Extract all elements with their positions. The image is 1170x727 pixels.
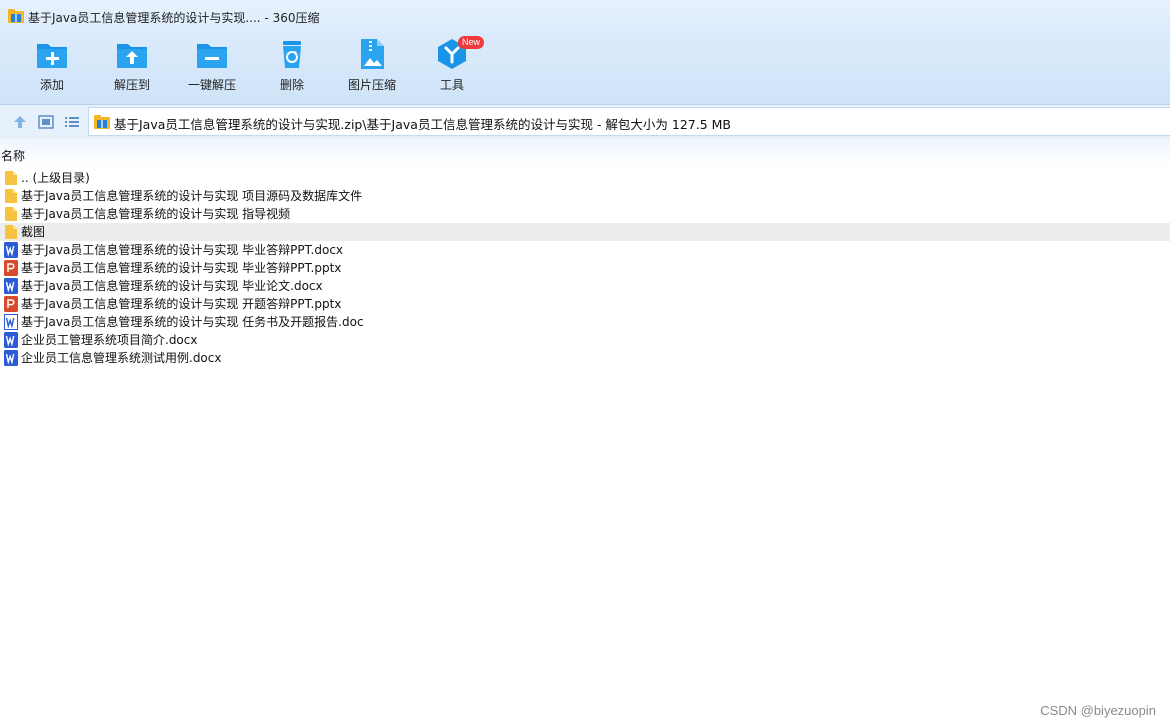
- file-name: 基于Java员工信息管理系统的设计与实现 毕业答辩PPT.pptx: [21, 261, 342, 275]
- word-doc-icon: [4, 242, 18, 258]
- file-name: 基于Java员工信息管理系统的设计与实现 项目源码及数据库文件: [21, 189, 363, 203]
- address-bar[interactable]: 基于Java员工信息管理系统的设计与实现.zip\基于Java员工信息管理系统的…: [88, 107, 1170, 136]
- word-doc-icon: [4, 350, 18, 366]
- file-row[interactable]: 基于Java员工信息管理系统的设计与实现 毕业答辩PPT.docx: [0, 241, 1170, 259]
- tools-button[interactable]: New 工具: [412, 36, 492, 100]
- file-row[interactable]: 企业员工信息管理系统测试用例.docx: [0, 349, 1170, 367]
- toolbar: 添加 解压到 一键解压 删除 图片压缩 New 工具: [0, 32, 1170, 105]
- add-label: 添加: [39, 78, 64, 92]
- folder-row[interactable]: 截图: [0, 223, 1170, 241]
- window-title: 基于Java员工信息管理系统的设计与实现.... - 360压缩: [28, 11, 320, 25]
- word-doc-icon: [4, 332, 18, 348]
- arrow-up-icon[interactable]: [11, 113, 29, 131]
- delete-label: 删除: [279, 78, 304, 92]
- title-bar: 基于Java员工信息管理系统的设计与实现.... - 360压缩: [0, 0, 1170, 32]
- navigation-bar: 基于Java员工信息管理系统的设计与实现.zip\基于Java员工信息管理系统的…: [0, 105, 1170, 138]
- folder-icon: [5, 189, 17, 203]
- add-button[interactable]: 添加: [12, 38, 92, 100]
- image-compress-label: 图片压缩: [347, 78, 396, 92]
- file-name: 基于Java员工信息管理系统的设计与实现 毕业论文.docx: [21, 279, 323, 293]
- extract-to-label: 解压到: [113, 78, 150, 92]
- powerpoint-icon: [4, 296, 18, 312]
- folder-row[interactable]: .. (上级目录): [0, 169, 1170, 187]
- file-list: .. (上级目录) 基于Java员工信息管理系统的设计与实现 项目源码及数据库文件…: [0, 169, 1170, 367]
- one-click-extract-label: 一键解压: [187, 78, 236, 92]
- file-name: 基于Java员工信息管理系统的设计与实现 指导视频: [21, 207, 291, 221]
- file-row[interactable]: 企业员工管理系统项目简介.docx: [0, 331, 1170, 349]
- image-compress-button[interactable]: 图片压缩: [332, 38, 412, 100]
- file-name: 基于Java员工信息管理系统的设计与实现 开题答辩PPT.pptx: [21, 297, 342, 311]
- word-doc-icon: [4, 278, 18, 294]
- folder-icon: [5, 207, 17, 221]
- file-row[interactable]: 基于Java员工信息管理系统的设计与实现 毕业论文.docx: [0, 277, 1170, 295]
- image-compress-icon: [361, 39, 384, 69]
- tools-label: 工具: [439, 78, 464, 92]
- file-row[interactable]: 基于Java员工信息管理系统的设计与实现 开题答辩PPT.pptx: [0, 295, 1170, 313]
- file-name: 基于Java员工信息管理系统的设计与实现 毕业答辩PPT.docx: [21, 243, 344, 257]
- one-click-extract-icon: [197, 44, 227, 68]
- archive-icon: [94, 115, 110, 129]
- folder-icon: [5, 225, 17, 239]
- recycle-bin-icon: [283, 41, 301, 68]
- add-folder-icon: [37, 44, 67, 68]
- view-thumbnail-icon[interactable]: [37, 113, 55, 131]
- list-header: 名称: [0, 138, 1170, 166]
- extract-to-button[interactable]: 解压到: [92, 38, 172, 100]
- watermark: CSDN @biyezuopin: [1040, 703, 1156, 718]
- file-name: .. (上级目录): [21, 171, 90, 185]
- address-path: 基于Java员工信息管理系统的设计与实现.zip\基于Java员工信息管理系统的…: [114, 117, 732, 132]
- powerpoint-icon: [4, 260, 18, 276]
- folder-row[interactable]: 基于Java员工信息管理系统的设计与实现 指导视频: [0, 205, 1170, 223]
- extract-to-icon: [117, 44, 147, 68]
- file-name: 基于Java员工信息管理系统的设计与实现 任务书及开题报告.doc: [21, 315, 364, 329]
- file-row[interactable]: 基于Java员工信息管理系统的设计与实现 毕业答辩PPT.pptx: [0, 259, 1170, 277]
- folder-row[interactable]: 基于Java员工信息管理系统的设计与实现 项目源码及数据库文件: [0, 187, 1170, 205]
- view-list-icon[interactable]: [63, 113, 81, 131]
- column-header-name[interactable]: 名称: [1, 147, 25, 164]
- archive-icon: [8, 9, 24, 23]
- one-click-extract-button[interactable]: 一键解压: [172, 38, 252, 100]
- word-doc-icon: [4, 314, 18, 330]
- file-name: 截图: [21, 225, 46, 239]
- folder-icon: [5, 171, 17, 185]
- delete-button[interactable]: 删除: [252, 38, 332, 100]
- file-name: 企业员工管理系统项目简介.docx: [21, 333, 198, 347]
- file-row[interactable]: 基于Java员工信息管理系统的设计与实现 任务书及开题报告.doc: [0, 313, 1170, 331]
- file-name: 企业员工信息管理系统测试用例.docx: [21, 351, 222, 365]
- new-badge: New: [458, 36, 485, 49]
